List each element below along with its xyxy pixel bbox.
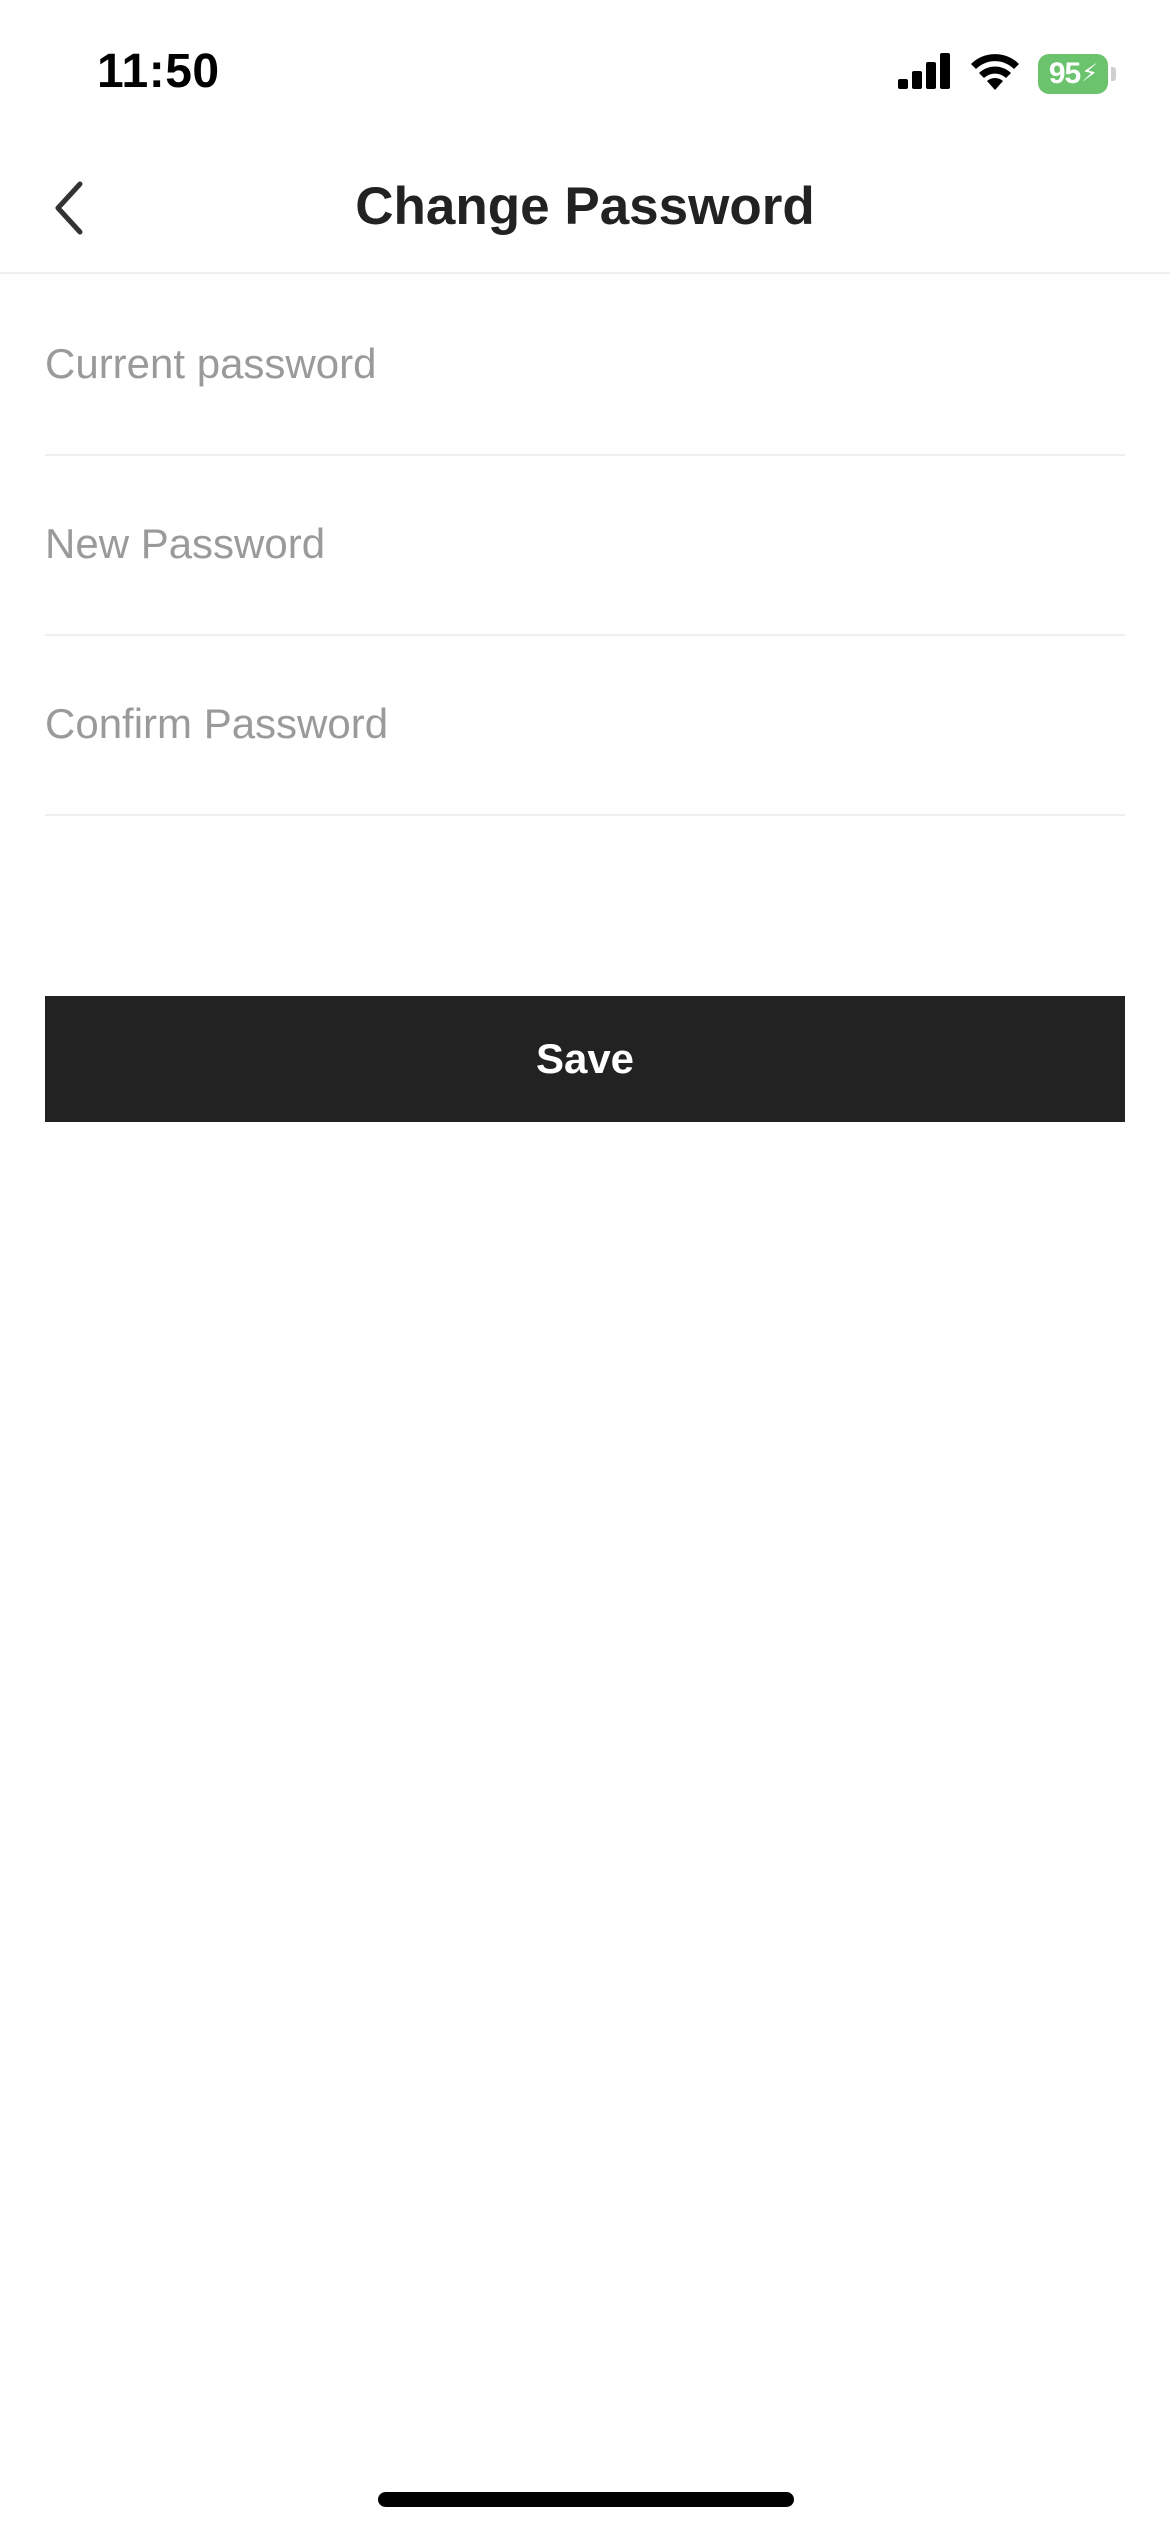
cellular-signal-icon <box>898 53 952 94</box>
wifi-icon <box>970 52 1020 95</box>
navigation-bar: Change Password <box>0 140 1170 274</box>
change-password-screen: 11:50 95 ⚡ Change Password Save <box>0 0 1170 2532</box>
confirm-password-input[interactable] <box>45 700 1125 748</box>
battery-icon: 95 ⚡ <box>1038 53 1116 94</box>
page-title: Change Password <box>355 177 815 236</box>
home-indicator <box>378 2492 794 2507</box>
confirm-password-row <box>45 636 1125 816</box>
save-button[interactable]: Save <box>45 996 1125 1122</box>
battery-cap <box>1111 66 1116 81</box>
battery-level: 95 ⚡ <box>1038 53 1108 94</box>
current-password-input[interactable] <box>45 340 1125 388</box>
current-password-row <box>45 276 1125 456</box>
status-time: 11:50 <box>97 45 220 98</box>
new-password-row <box>45 456 1125 636</box>
status-bar: 11:50 95 ⚡ <box>0 0 1170 140</box>
new-password-input[interactable] <box>45 520 1125 568</box>
status-indicators: 95 ⚡ <box>898 52 1116 95</box>
battery-percent: 95 <box>1048 56 1081 90</box>
charging-bolt-icon: ⚡ <box>1081 60 1098 87</box>
password-form <box>45 276 1125 816</box>
